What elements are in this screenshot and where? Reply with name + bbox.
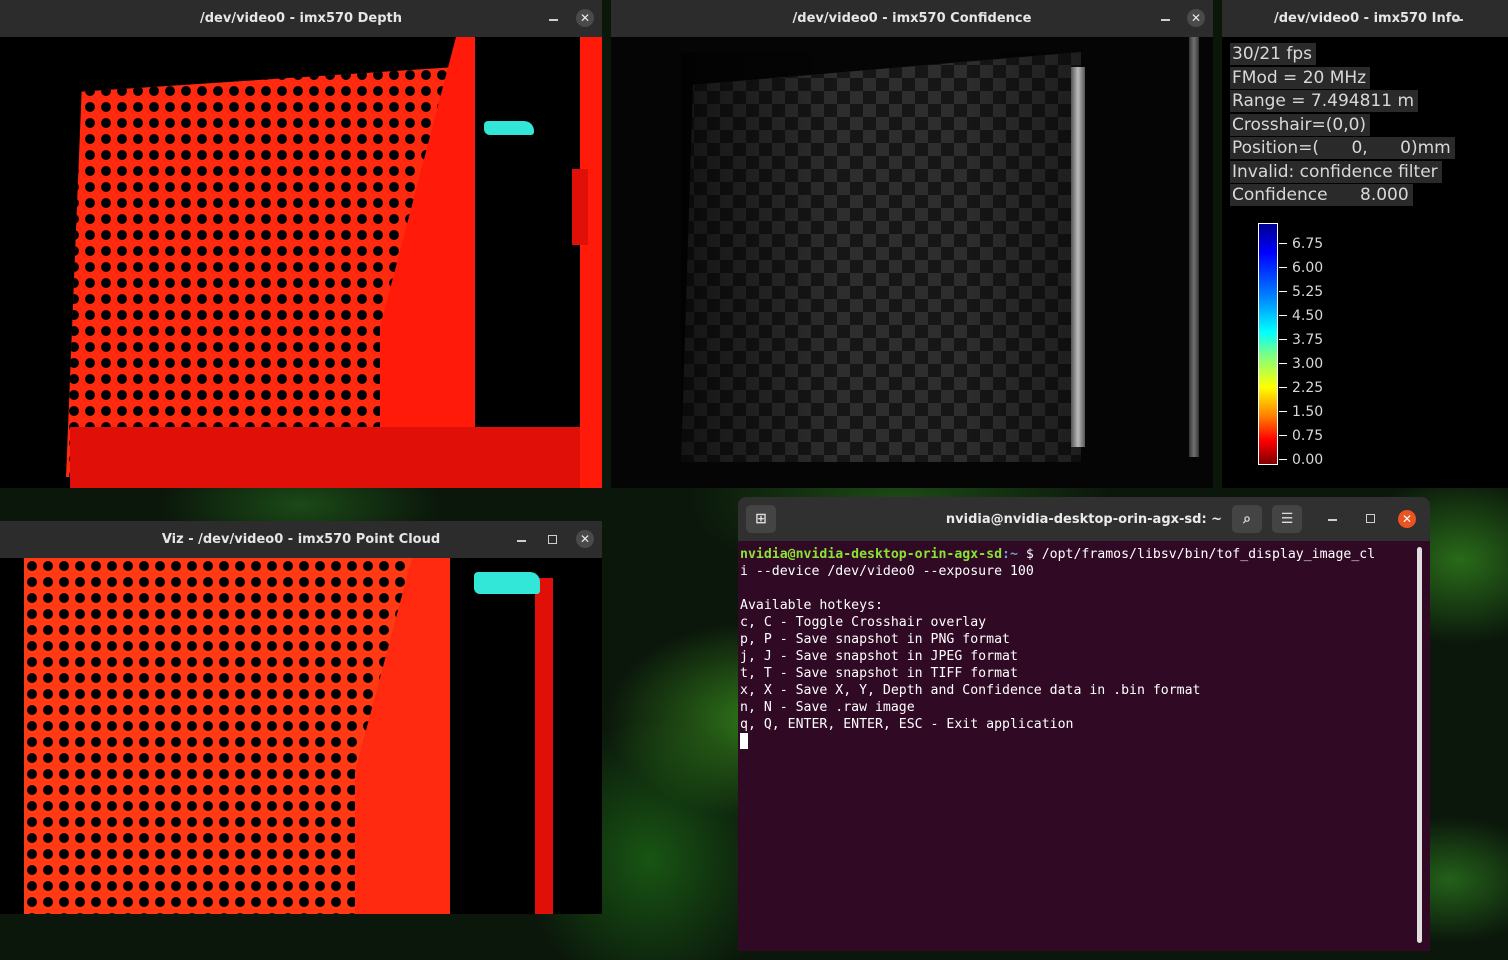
minimize-icon[interactable] [1454,19,1463,21]
colorbar-label: 3.00 [1292,356,1324,372]
pointcloud-titlebar[interactable]: Viz - /dev/video0 - imx570 Point Cloud ✕ [0,521,602,558]
colorbar-label: 0.75 [1292,428,1324,444]
pointcloud-window-title: Viz - /dev/video0 - imx570 Point Cloud [161,532,441,547]
pointcloud-door-strip [535,578,553,914]
prompt-user: nvidia@nvidia-desktop-orin-agx-sd [740,547,1003,562]
terminal-window: ⊞ nvidia@nvidia-desktop-orin-agx-sd: ~ ⌕… [738,497,1430,951]
info-fmod: FMod = 20 MHz [1230,67,1371,89]
pointcloud-cyan-object [474,572,540,594]
depth-cyan-object [484,121,534,135]
depth-window-title: /dev/video0 - imx570 Depth [199,11,402,26]
colorbar-tick [1279,291,1287,292]
minimize-icon[interactable] [1161,19,1170,21]
colorbar-tick [1279,435,1287,436]
command-text: $ /opt/framos/libsv/bin/tof_display_imag… [1017,547,1376,562]
close-icon[interactable]: ✕ [1187,9,1205,27]
terminal-output-line: Available hotkeys: [740,598,883,613]
new-tab-icon[interactable]: ⊞ [746,505,776,533]
colorbar-label: 3.75 [1292,332,1324,348]
terminal-title: nvidia@nvidia-desktop-orin-agx-sd: ~ [945,511,1223,527]
colorbar-label: 2.25 [1292,380,1324,396]
maximize-icon[interactable] [548,535,557,544]
depth-window: /dev/video0 - imx570 Depth ✕ [0,0,602,488]
terminal-output-line: c, C - Toggle Crosshair overlay [740,615,987,630]
close-icon[interactable]: ✕ [576,530,594,548]
depth-colorbar [1258,223,1278,465]
colorbar-label: 4.50 [1292,308,1324,324]
terminal-cursor [740,733,748,749]
info-content: 30/21 fps FMod = 20 MHz Range = 7.494811… [1222,37,1508,488]
colorbar-tick [1279,387,1287,388]
info-fps: 30/21 fps [1230,43,1317,65]
colorbar-tick [1279,363,1287,364]
colorbar-label: 6.75 [1292,236,1324,252]
colorbar-tick [1279,459,1287,460]
info-crosshair: Crosshair=(0,0) [1230,114,1371,136]
confidence-window-title: /dev/video0 - imx570 Confidence [792,11,1032,26]
info-confidence: Confidence 8.000 [1230,184,1413,206]
terminal-output-line: j, J - Save snapshot in JPEG format [740,649,1018,664]
terminal-output-line: n, N - Save .raw image [740,700,915,715]
confidence-image [611,37,1213,488]
confidence-door-frame [1189,37,1199,457]
search-icon[interactable]: ⌕ [1232,505,1262,533]
colorbar-label: 5.25 [1292,284,1324,300]
info-range: Range = 7.494811 m [1230,90,1419,112]
confidence-titlebar[interactable]: /dev/video0 - imx570 Confidence ✕ [611,0,1213,37]
confidence-vignette [681,52,1081,462]
terminal-command-wrap: i --device /dev/video0 --exposure 100 [740,564,1034,579]
confidence-door-edge [1071,67,1085,447]
depth-floor [70,427,602,488]
terminal-output-line: x, X - Save X, Y, Depth and Confidence d… [740,683,1201,698]
colorbar-label: 6.00 [1292,260,1324,276]
menu-icon[interactable]: ☰ [1272,505,1302,533]
colorbar-tick [1279,339,1287,340]
terminal-output-line: p, P - Save snapshot in PNG format [740,632,1010,647]
colorbar-label: 0.00 [1292,452,1324,468]
info-window: /dev/video0 - imx570 Info 30/21 fps FMod… [1222,0,1508,488]
colorbar-tick [1279,411,1287,412]
terminal-headerbar[interactable]: ⊞ nvidia@nvidia-desktop-orin-agx-sd: ~ ⌕… [738,497,1430,541]
depth-image [0,37,602,488]
colorbar-label: 1.50 [1292,404,1324,420]
close-icon[interactable]: ✕ [1398,510,1416,528]
minimize-icon[interactable] [1328,519,1337,521]
info-window-title: /dev/video0 - imx570 Info [1274,11,1461,26]
colorbar-tick [1279,315,1287,316]
depth-door-handle [572,169,588,245]
terminal-cursor-line [740,733,1430,750]
terminal-output-line: t, T - Save snapshot in TIFF format [740,666,1018,681]
terminal-output-line: q, Q, ENTER, ENTER, ESC - Exit applicati… [740,717,1074,732]
minimize-icon[interactable] [549,19,558,21]
pointcloud-view [0,558,602,914]
colorbar-tick [1279,243,1287,244]
depth-door-frame [580,37,602,488]
info-invalid: Invalid: confidence filter [1230,161,1442,183]
maximize-icon[interactable] [1366,514,1375,523]
prompt-path: :~ [1002,547,1018,562]
terminal-command-line: nvidia@nvidia-desktop-orin-agx-sd:~ $ /o… [740,546,1430,563]
terminal-body[interactable]: nvidia@nvidia-desktop-orin-agx-sd:~ $ /o… [738,541,1430,951]
pointcloud-window: Viz - /dev/video0 - imx570 Point Cloud ✕ [0,521,602,914]
colorbar-tick [1279,267,1287,268]
terminal-scrollbar[interactable] [1417,547,1422,943]
info-titlebar[interactable]: /dev/video0 - imx570 Info [1222,0,1508,37]
info-position: Position=( 0, 0)mm [1230,137,1455,159]
depth-titlebar[interactable]: /dev/video0 - imx570 Depth ✕ [0,0,602,37]
minimize-icon[interactable] [517,540,526,542]
confidence-window: /dev/video0 - imx570 Confidence ✕ [611,0,1213,488]
close-icon[interactable]: ✕ [576,9,594,27]
